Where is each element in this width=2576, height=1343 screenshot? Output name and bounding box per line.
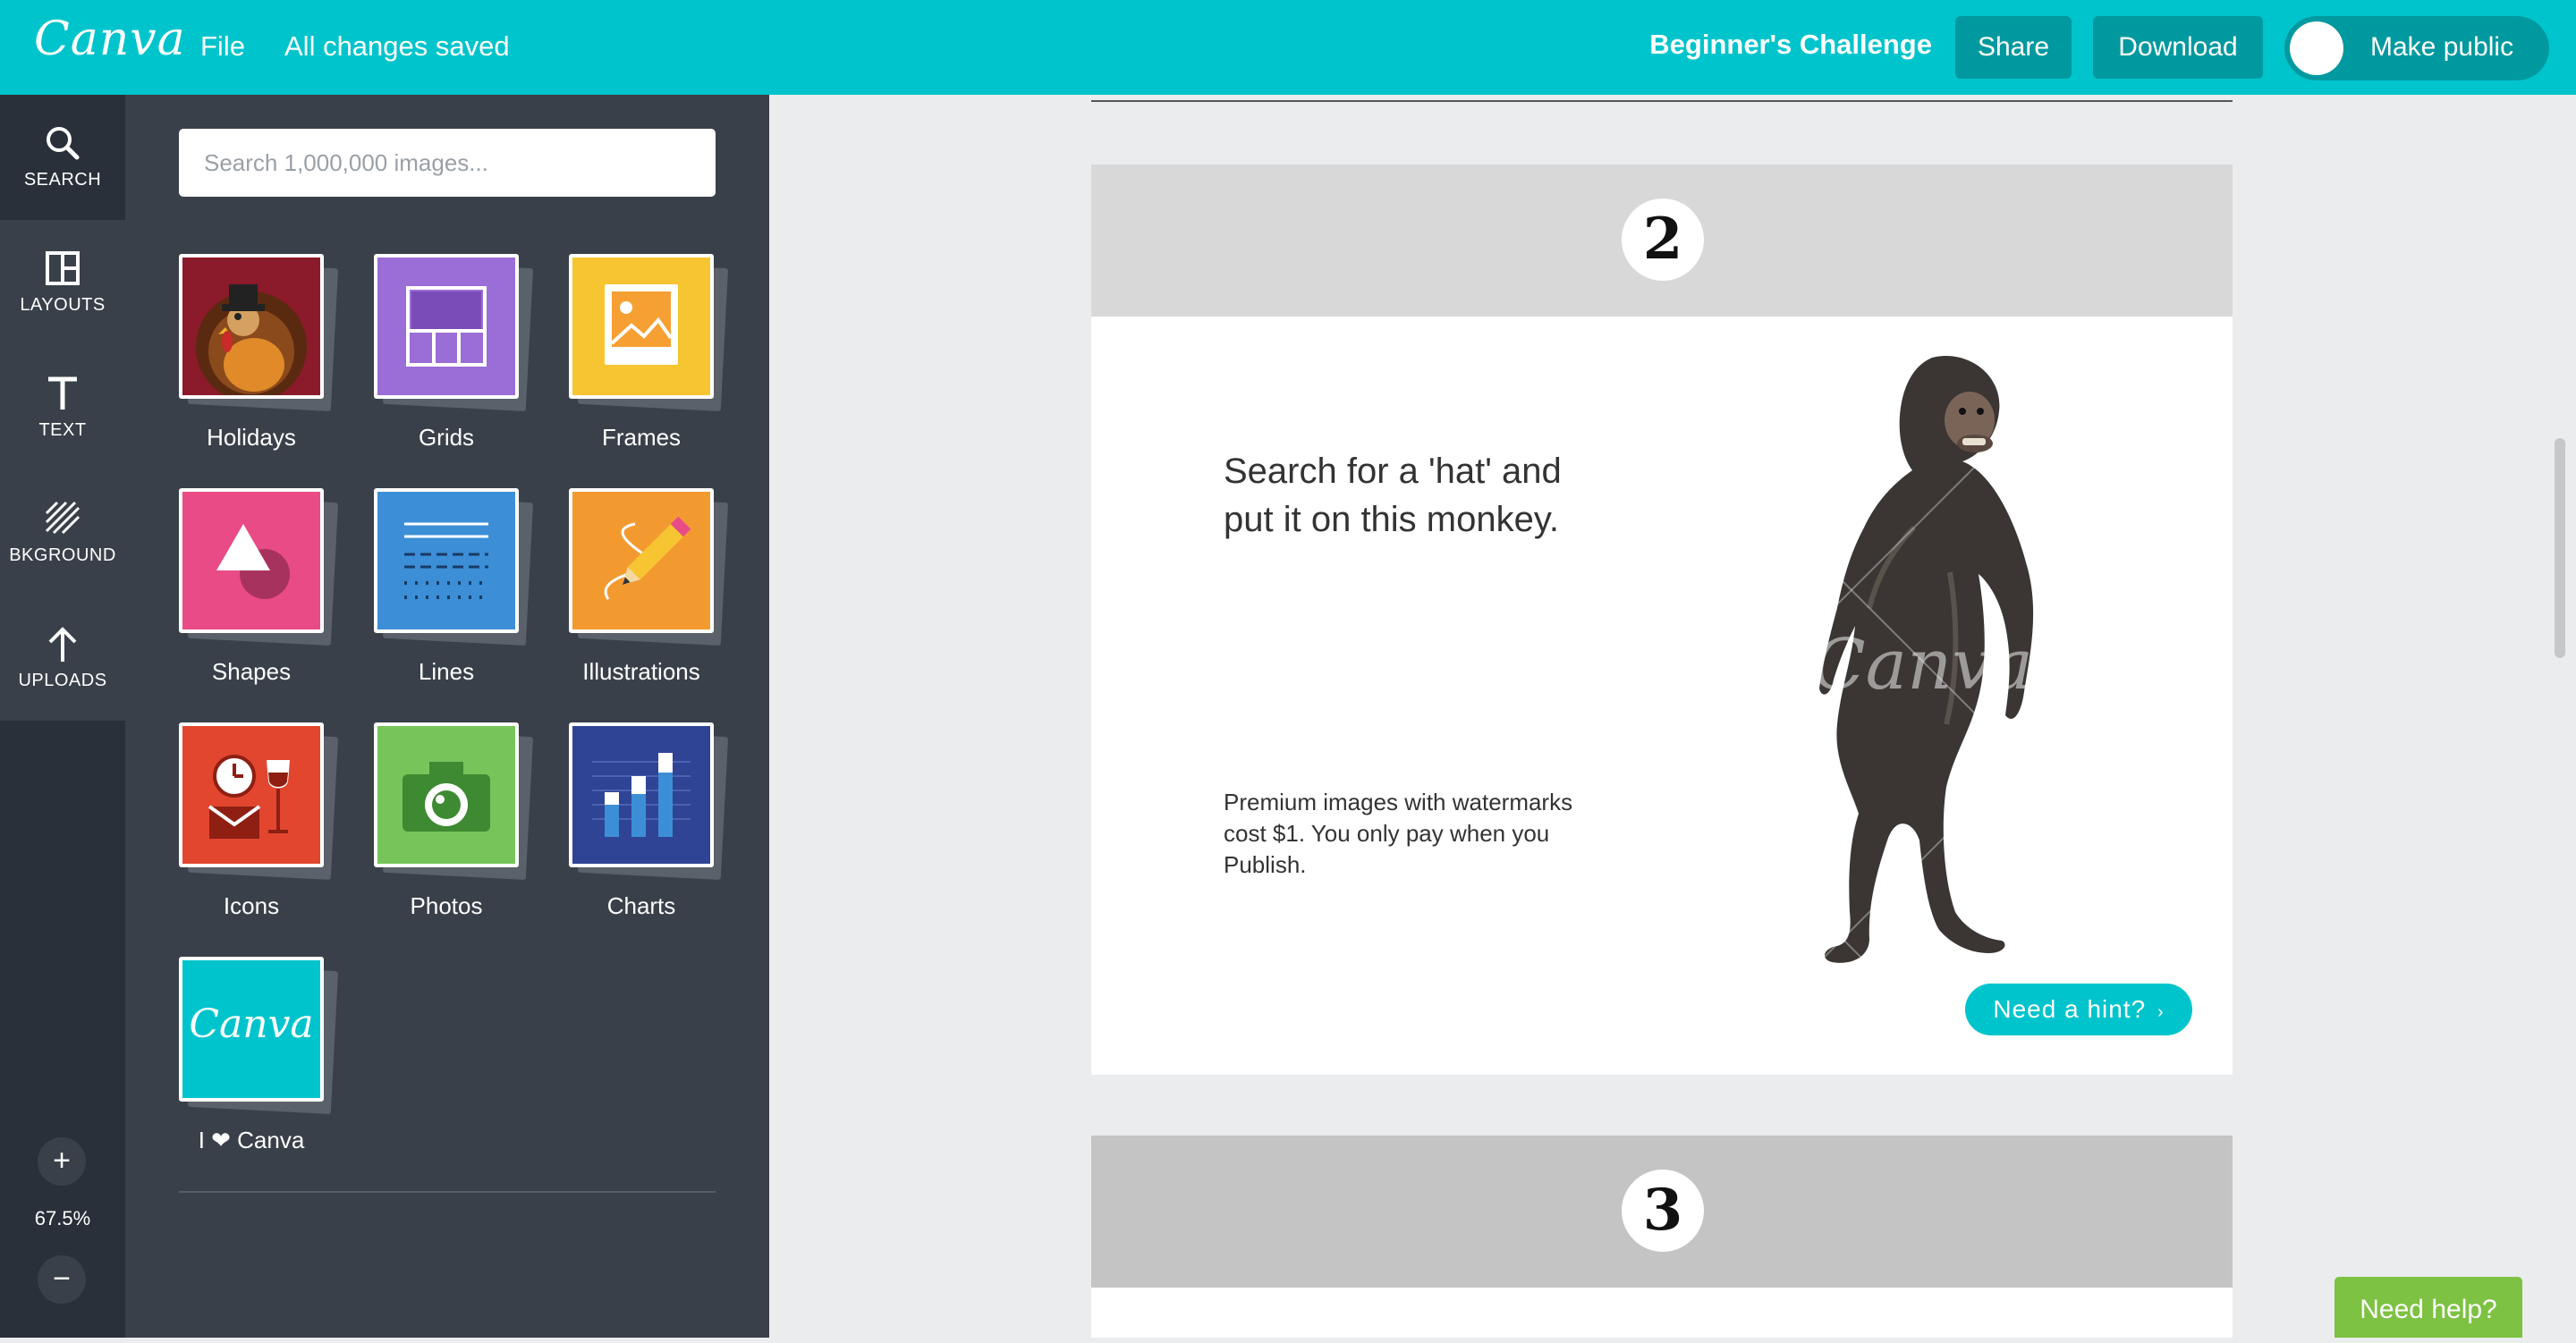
design-title[interactable]: Beginner's Challenge <box>1649 29 1932 61</box>
text-icon <box>48 376 77 410</box>
category-label: Illustrations <box>582 658 700 685</box>
category-charts[interactable]: Charts <box>569 722 766 937</box>
nav-layouts[interactable]: LAYOUTS <box>0 220 125 345</box>
nav-search[interactable]: SEARCH <box>0 95 125 220</box>
search-icon <box>47 127 80 160</box>
nav-background-label: BKGROUND <box>9 545 116 565</box>
zoom-out-button[interactable]: − <box>38 1255 86 1304</box>
shapes-thumbnail <box>179 488 324 633</box>
make-public-toggle[interactable]: Make public <box>2284 16 2549 80</box>
nav-uploads-label: UPLOADS <box>18 671 107 690</box>
lines-icon <box>404 522 488 599</box>
image-search-input[interactable] <box>179 129 730 197</box>
background-icon <box>45 501 80 535</box>
turkey-icon <box>196 284 307 395</box>
category-label: Holidays <box>207 424 296 451</box>
holidays-thumbnail <box>179 254 324 399</box>
grid-icon <box>406 286 487 367</box>
category-label: I ❤ Canva <box>198 1127 305 1153</box>
save-status: All changes saved <box>284 30 510 62</box>
elements-panel: Holidays Grids Frames <box>125 95 769 1338</box>
toggle-knob <box>2290 21 2343 75</box>
i-love-canva-thumbnail: Canva <box>179 957 324 1102</box>
category-photos[interactable]: Photos <box>374 722 571 937</box>
need-hint-button[interactable]: Need a hint? › <box>1965 984 2192 1035</box>
shapes-icon <box>216 524 290 599</box>
photos-thumbnail <box>374 722 519 867</box>
nav-text-label: TEXT <box>38 420 87 440</box>
nav-text[interactable]: TEXT <box>0 345 125 470</box>
category-grids[interactable]: Grids <box>374 254 571 469</box>
panel-divider <box>179 1191 716 1193</box>
page-2-header: 2 <box>1091 165 2233 317</box>
frames-thumbnail <box>569 254 714 399</box>
grids-thumbnail <box>374 254 519 399</box>
make-public-label: Make public <box>2370 32 2514 62</box>
pencil-icon <box>604 516 691 600</box>
frame-icon <box>605 284 678 365</box>
chimpanzee-image[interactable]: Canva <box>1744 340 2066 984</box>
charts-thumbnail <box>569 722 714 867</box>
icons-thumbnail <box>179 722 324 867</box>
illustrations-thumbnail <box>569 488 714 633</box>
nav-layouts-label: LAYOUTS <box>20 295 106 315</box>
need-help-button[interactable]: Need help? <box>2334 1277 2522 1338</box>
category-icons[interactable]: Icons <box>179 722 376 937</box>
page-2-instruction[interactable]: Search for a 'hat' and put it on this mo… <box>1224 447 1599 544</box>
need-hint-label: Need a hint? <box>1993 995 2147 1023</box>
page-3-header: 3 <box>1091 1136 2233 1288</box>
category-label: Grids <box>418 424 475 451</box>
zoom-level: 67.5% <box>34 1207 91 1229</box>
page-2-canvas[interactable]: Search for a 'hat' and put it on this mo… <box>1091 317 2233 1075</box>
category-holidays[interactable]: Holidays <box>179 254 376 469</box>
page-2-number: 2 <box>1622 198 1704 281</box>
category-label: Lines <box>418 658 475 685</box>
category-label: Photos <box>410 892 483 919</box>
canva-logo[interactable]: Canva <box>34 13 186 66</box>
file-menu[interactable]: File <box>200 30 245 63</box>
category-label: Icons <box>223 892 280 919</box>
canva-wordmark: Canva <box>189 1001 314 1047</box>
icons-category-icon <box>208 755 290 839</box>
lines-thumbnail <box>374 488 519 633</box>
nav-search-label: SEARCH <box>23 170 102 190</box>
category-label: Shapes <box>211 658 292 685</box>
category-shapes[interactable]: Shapes <box>179 488 376 703</box>
page-1-bottom-edge <box>1091 100 2233 102</box>
category-label: Frames <box>601 424 682 451</box>
category-i-love-canva[interactable]: Canva I ❤ Canva <box>179 957 376 1171</box>
top-bar: Canva File All changes saved Beginner's … <box>0 0 2576 95</box>
image-search-box[interactable] <box>179 129 730 197</box>
bar-chart-icon <box>592 753 691 837</box>
category-label: Charts <box>606 892 676 919</box>
zoom-in-button[interactable]: + <box>38 1137 86 1186</box>
upload-icon <box>48 627 77 662</box>
nav-uploads[interactable]: UPLOADS <box>0 595 125 721</box>
nav-background[interactable]: BKGROUND <box>0 470 125 595</box>
page-3-canvas[interactable] <box>1091 1288 2233 1338</box>
canvas-scrollbar[interactable] <box>2555 438 2565 658</box>
category-frames[interactable]: Frames <box>569 254 766 469</box>
page-3-number: 3 <box>1622 1170 1704 1252</box>
canva-watermark: Canva <box>1812 625 2033 705</box>
category-illustrations[interactable]: Illustrations <box>569 488 766 703</box>
category-lines[interactable]: Lines <box>374 488 571 703</box>
chevron-right-icon: › <box>2157 1002 2165 1022</box>
download-button[interactable]: Download <box>2093 16 2263 79</box>
left-nav: SEARCH LAYOUTS TEXT BKGROUND UPLOADS + 6… <box>0 95 125 1338</box>
camera-icon <box>402 762 490 832</box>
page-2-note[interactable]: Premium images with watermarks cost $1. … <box>1224 787 1617 881</box>
share-button[interactable]: Share <box>1955 16 2072 79</box>
layouts-icon <box>46 251 80 285</box>
